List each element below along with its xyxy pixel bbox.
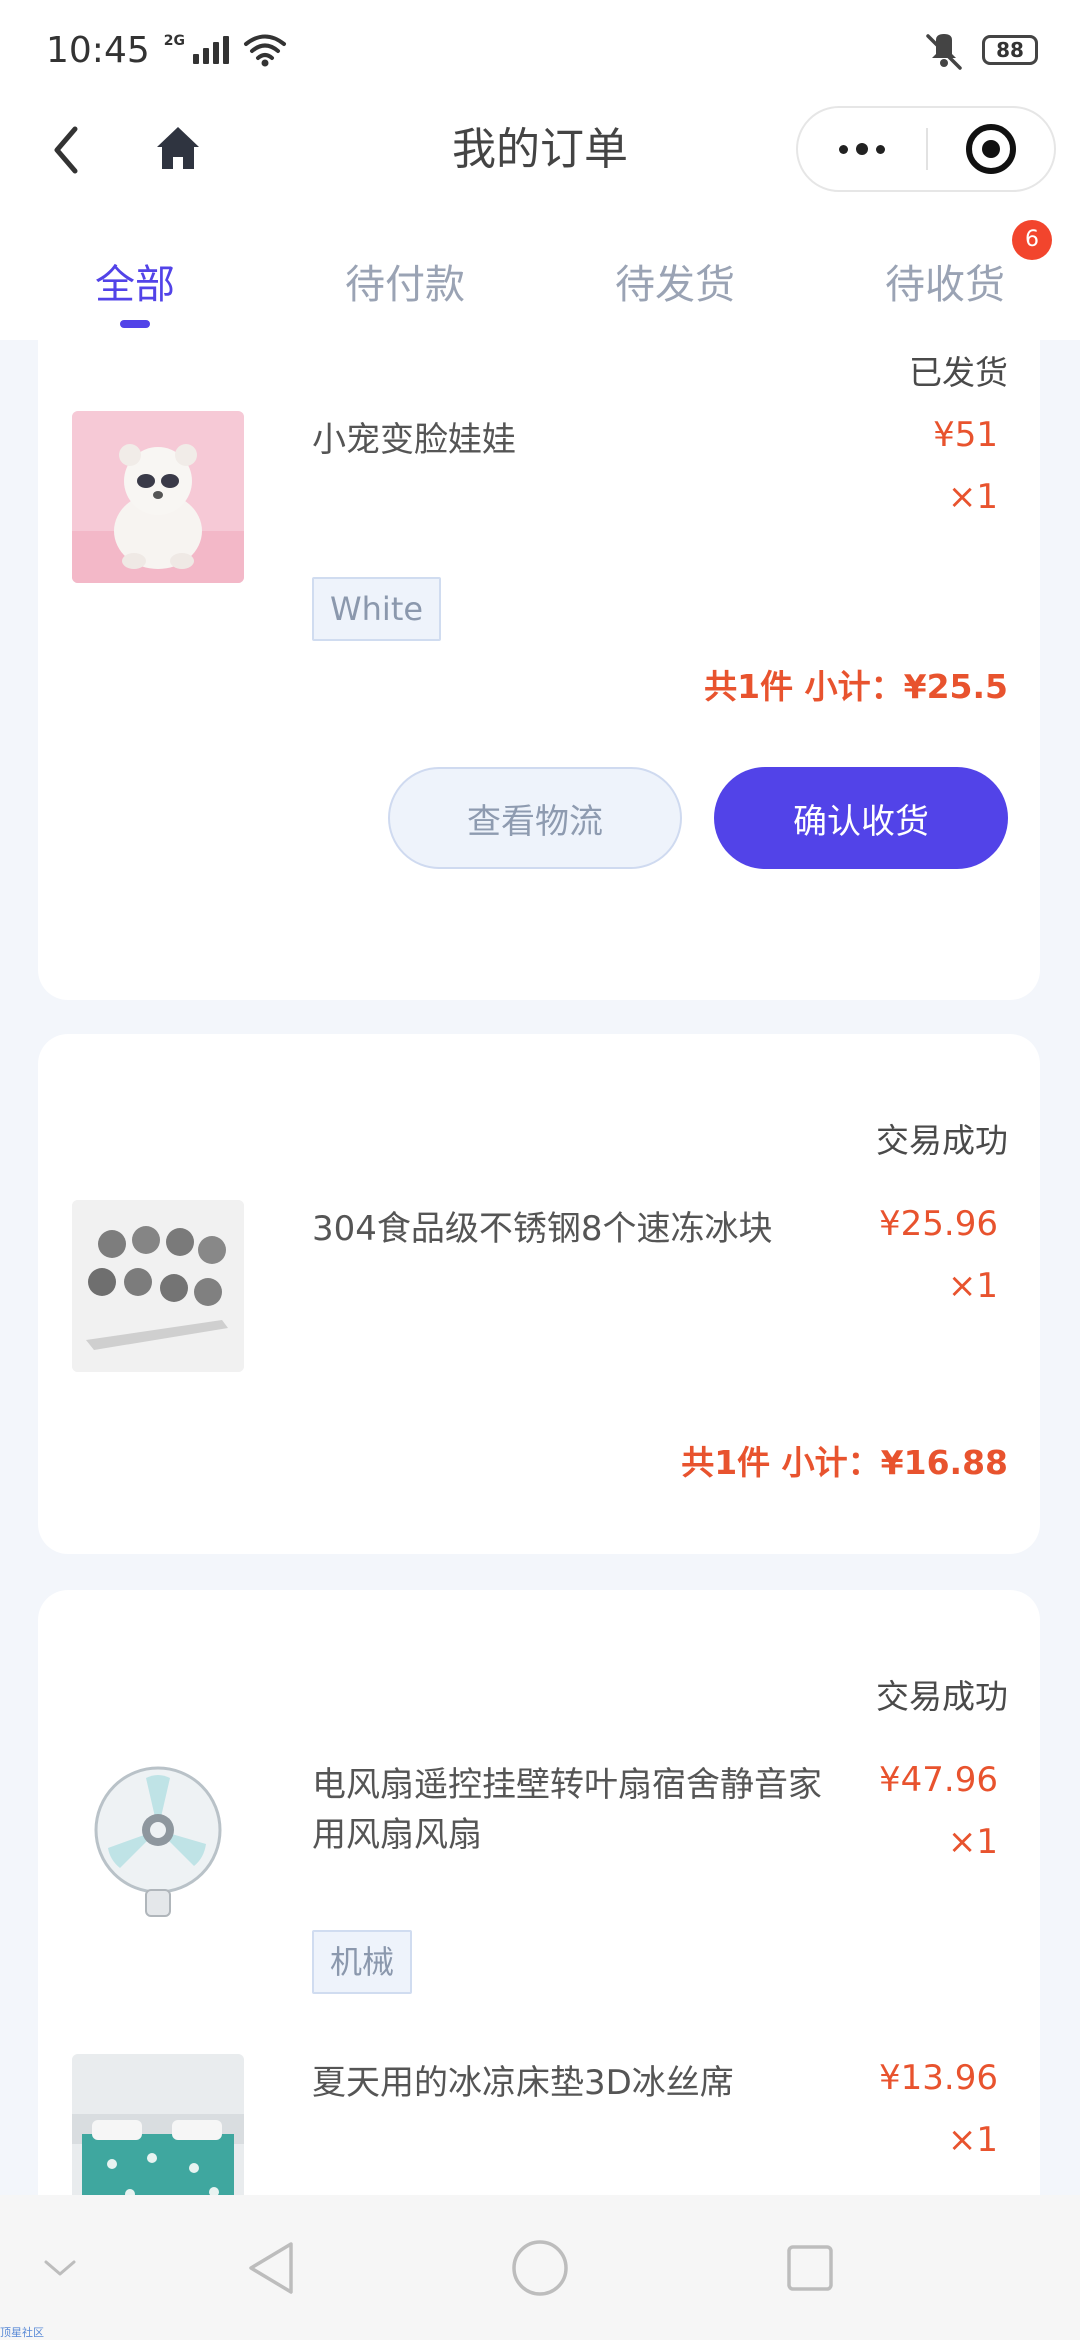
order-subtotal: 共1件 小计：¥16.88	[681, 1443, 1008, 1482]
product-image	[72, 1200, 244, 1372]
status-right: 88	[922, 30, 1038, 70]
tab-active-indicator	[120, 320, 150, 328]
close-mini-program-button[interactable]	[928, 108, 1054, 190]
triangle-back-icon	[249, 2241, 293, 2294]
battery-indicator: 88	[982, 35, 1038, 65]
tab-badge: 6	[1012, 220, 1052, 260]
product-name: 304食品级不锈钢8个速冻冰块	[312, 1209, 773, 1249]
target-icon	[966, 124, 1016, 174]
circle-home-icon	[512, 2239, 568, 2296]
tab-pending-receipt[interactable]: 待收货 6	[810, 200, 1080, 340]
vibrate-mute-icon	[926, 34, 962, 70]
order-card: 交易成功 电风扇遥控挂壁转叶扇宿舍静音家用风扇风扇 ¥47.96 ×1 机械 夏…	[38, 1590, 1040, 2195]
product-name: 小宠变脸娃娃	[312, 420, 516, 460]
order-status: 交易成功	[876, 1121, 1008, 1160]
system-nav-bar: 顶星社区	[0, 2195, 1080, 2340]
sku-tag: 机械	[312, 1930, 413, 1994]
tab-all[interactable]: 全部	[0, 200, 270, 340]
order-status: 已发货	[909, 353, 1008, 392]
view-logistics-button[interactable]: 查看物流	[388, 767, 682, 869]
tab-pending-payment[interactable]: 待付款	[270, 200, 540, 340]
network-type-label: 2G	[163, 32, 185, 49]
signal-icon	[192, 36, 229, 64]
tab-label: 全部	[95, 262, 175, 308]
product-quantity: ×1	[947, 1822, 998, 1862]
system-recents-button[interactable]	[780, 2195, 840, 2340]
mini-program-capsule	[796, 106, 1056, 192]
product-name: 电风扇遥控挂壁转叶扇宿舍静音家用风扇风扇	[312, 1765, 822, 1855]
order-item[interactable]: 小宠变脸娃娃 ¥51 ×1 White	[72, 411, 1042, 651]
confirm-receipt-button[interactable]: 确认收货	[714, 767, 1008, 869]
system-back-button[interactable]	[236, 2195, 306, 2340]
screen: 10:45 2G 88 我的订单 全部 待付款 待发货 待收货 6 已发货 小宠…	[0, 0, 1080, 2340]
order-tabs: 全部 待付款 待发货 待收货 6	[0, 200, 1080, 340]
product-image	[72, 1756, 244, 1928]
order-card: 交易成功 304食品级不锈钢8个速冻冰块 ¥25.96 ×1 共1件 小计：¥1…	[38, 1034, 1040, 1554]
tab-label: 待发货	[615, 262, 735, 308]
product-quantity: ×1	[947, 477, 998, 517]
product-price: ¥47.96	[879, 1760, 998, 1800]
tab-label: 待收货	[885, 262, 1005, 308]
product-image	[72, 2054, 244, 2195]
status-bar: 10:45 2G 88	[0, 0, 1080, 100]
order-item[interactable]: 电风扇遥控挂壁转叶扇宿舍静音家用风扇风扇 ¥47.96 ×1 机械	[72, 1756, 1042, 2016]
hide-nav-button[interactable]	[30, 2195, 90, 2340]
system-home-button[interactable]	[504, 2195, 576, 2340]
sku-tag: White	[312, 577, 442, 641]
order-subtotal: 共1件 小计：¥25.5	[704, 667, 1008, 706]
product-price: ¥51	[933, 415, 998, 455]
order-item[interactable]: 304食品级不锈钢8个速冻冰块 ¥25.96 ×1	[72, 1200, 1042, 1380]
product-quantity: ×1	[947, 1266, 998, 1306]
wifi-icon	[243, 34, 286, 67]
product-image	[72, 411, 244, 583]
nav-bar: 我的订单	[0, 100, 1080, 200]
order-status: 交易成功	[876, 1677, 1008, 1716]
tab-pending-shipment[interactable]: 待发货	[540, 200, 810, 340]
square-recents-icon	[787, 2244, 833, 2291]
order-card: 已发货 小宠变脸娃娃 ¥51 ×1 White 共1件 小计：¥25.5 查看物…	[38, 340, 1040, 1000]
product-price: ¥25.96	[879, 1204, 998, 1244]
product-name: 夏天用的冰凉床垫3D冰丝席	[312, 2063, 734, 2103]
product-price: ¥13.96	[879, 2058, 998, 2098]
order-item[interactable]: 夏天用的冰凉床垫3D冰丝席 ¥13.96 ×1	[72, 2054, 1042, 2195]
status-time: 10:45	[46, 29, 150, 71]
product-quantity: ×1	[947, 2120, 998, 2160]
watermark: 顶星社区	[0, 2326, 44, 2339]
more-menu-button[interactable]	[798, 108, 926, 190]
status-left: 10:45 2G	[46, 30, 287, 71]
tab-label: 待付款	[345, 262, 465, 308]
order-list[interactable]: 已发货 小宠变脸娃娃 ¥51 ×1 White 共1件 小计：¥25.5 查看物…	[0, 340, 1080, 2195]
chevron-down-icon	[44, 2260, 76, 2275]
